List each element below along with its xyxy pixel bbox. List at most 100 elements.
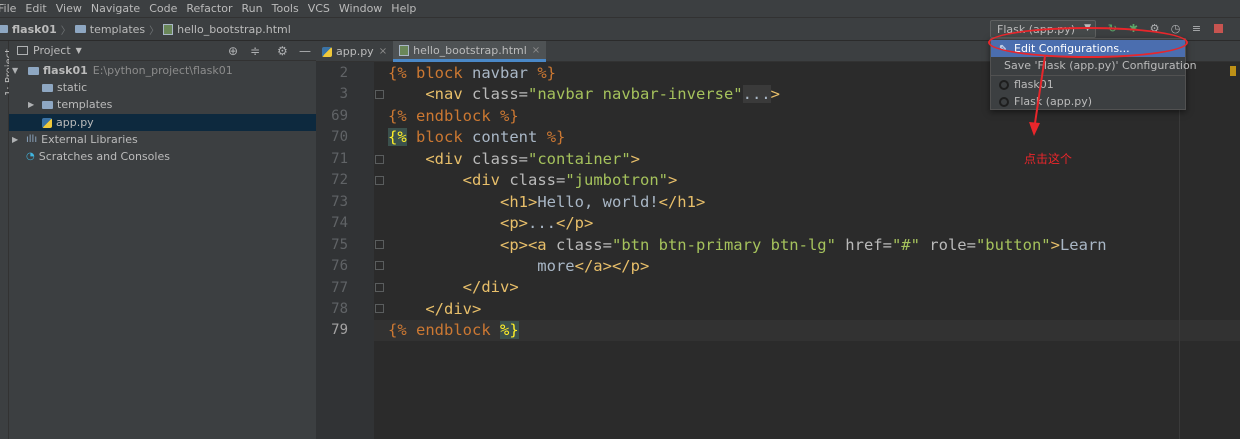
breadcrumb-folder[interactable]: templates	[90, 23, 145, 36]
menu-tools[interactable]: Tools	[268, 2, 304, 15]
line-number: 77	[331, 280, 348, 296]
code-token: Learn	[1059, 236, 1107, 254]
line-number: 74	[331, 215, 348, 231]
line-number: 75	[331, 237, 348, 253]
code-token: %}	[499, 321, 519, 339]
code-token: "button"	[975, 236, 1051, 254]
gear-icon[interactable]: ⚙	[277, 44, 288, 58]
code-token: block	[416, 128, 463, 146]
fold-collapse-icon[interactable]	[375, 240, 384, 249]
fold-collapse-icon[interactable]	[375, 176, 384, 185]
code-token: {%	[388, 64, 416, 82]
tab-label: hello_bootstrap.html	[413, 43, 527, 57]
tree-item-app-py[interactable]: app.py	[9, 114, 316, 131]
fold-expand-icon[interactable]	[375, 90, 384, 99]
locate-file-icon[interactable]: ⊕	[228, 44, 238, 58]
code-token: Hello, world!	[537, 193, 659, 211]
breadcrumb-file[interactable]: hello_bootstrap.html	[177, 23, 291, 36]
collapsed-arrow-icon[interactable]: ▶	[12, 135, 22, 144]
tree-item-external-libraries[interactable]: ▶ ıllı External Libraries	[9, 131, 316, 148]
hide-panel-icon[interactable]: —	[299, 44, 311, 58]
config-flask01-item[interactable]: flask01	[991, 76, 1185, 93]
project-path: E:\python_project\flask01	[92, 64, 233, 77]
scratches-icon: ◔	[26, 151, 35, 162]
code-line: </div>	[388, 300, 481, 318]
breadcrumb: flask01 〉 templates 〉 hello_bootstrap.ht…	[0, 22, 291, 37]
line-number: 79	[331, 322, 348, 338]
code-token: "jumbotron"	[565, 171, 668, 189]
tab-app-py[interactable]: app.py ×	[316, 41, 393, 62]
menu-refactor[interactable]: Refactor	[182, 2, 237, 15]
code-line: more</a></p>	[388, 257, 649, 275]
code-line: </div>	[388, 278, 519, 296]
code-token: <div	[462, 171, 510, 189]
code-token: class=	[472, 85, 528, 103]
build-icon[interactable]: ≡	[1190, 22, 1203, 35]
code-token: <div	[425, 150, 472, 168]
tab-hello-bootstrap-html[interactable]: hello_bootstrap.html ×	[393, 41, 547, 62]
code-token: class=	[509, 171, 566, 189]
menu-code[interactable]: Code	[145, 2, 182, 15]
code-token: href=	[835, 236, 892, 254]
menu-edit[interactable]: Edit	[21, 2, 51, 15]
tree-item-flask01[interactable]: ▼ flask01 E:\python_project\flask01	[9, 62, 316, 79]
code-line: <p><a class="btn btn-primary btn-lg" hre…	[388, 236, 1107, 254]
code-line: {% endblock %}	[388, 107, 519, 125]
project-panel: Project ▼ ⊕ ≑ ⚙ — ▼ flask01 E:\python_pr…	[9, 41, 316, 439]
menu-navigate[interactable]: Navigate	[87, 2, 145, 15]
collapsed-arrow-icon[interactable]: ▶	[28, 100, 38, 109]
fold-end-icon[interactable]	[375, 261, 384, 270]
tree-item-label: templates	[57, 98, 113, 111]
close-icon[interactable]: ×	[379, 46, 387, 57]
menu-window[interactable]: Window	[335, 2, 387, 15]
expanded-arrow-icon[interactable]: ▼	[12, 66, 22, 75]
stop-icon[interactable]	[1212, 22, 1225, 35]
tree-item-templates[interactable]: ▶ templates	[9, 96, 316, 113]
menu-run[interactable]: Run	[238, 2, 268, 15]
folded-region[interactable]: ...	[742, 85, 771, 103]
folder-icon	[42, 100, 53, 109]
code-token: %}	[546, 128, 566, 146]
python-file-icon	[42, 117, 52, 128]
tree-item-scratches[interactable]: ◔ Scratches and Consoles	[9, 148, 316, 165]
fold-end-icon[interactable]	[375, 283, 384, 292]
chevron-down-icon[interactable]: ▼	[76, 46, 82, 55]
tree-item-static[interactable]: static	[9, 79, 316, 96]
library-icon: ıllı	[26, 134, 38, 145]
code-token: {% endblock %}	[388, 107, 519, 125]
fold-end-icon[interactable]	[375, 304, 384, 313]
line-number: 76	[331, 258, 348, 274]
scrollbar-marker[interactable]	[1230, 66, 1236, 76]
menu-view[interactable]: View	[52, 2, 87, 15]
project-panel-title[interactable]: Project	[33, 44, 71, 57]
code-line: {% endblock %}	[388, 321, 519, 339]
code-token: "#"	[891, 236, 920, 254]
chevron-right-icon: 〉	[149, 25, 160, 37]
code-token: block	[416, 64, 463, 82]
code-token: </div>	[425, 300, 482, 318]
save-configuration-item[interactable]: Save 'Flask (app.py)' Configuration	[991, 57, 1197, 74]
close-icon[interactable]: ×	[532, 45, 540, 56]
collapse-all-icon[interactable]: ≑	[250, 44, 260, 58]
tree-item-label: External Libraries	[41, 133, 138, 146]
annotation-label: 点击这个	[1024, 152, 1073, 166]
menu-help[interactable]: Help	[387, 2, 421, 15]
line-number-gutter: 2 3 69 70 71 72 73 74 75 76 77 78 79	[316, 62, 374, 439]
menu-file[interactable]: File	[0, 2, 21, 15]
tree-item-label: static	[57, 81, 88, 94]
line-number: 70	[331, 129, 348, 145]
line-number: 69	[331, 108, 348, 124]
config-flask-app-py-item[interactable]: Flask (app.py)	[991, 93, 1185, 110]
tree-item-label: Scratches and Consoles	[38, 150, 170, 163]
code-token: </a></p>	[574, 257, 650, 275]
project-view-icon	[17, 46, 28, 55]
fold-collapse-icon[interactable]	[375, 155, 384, 164]
tree-item-label: flask01	[43, 64, 88, 77]
menu-vcs[interactable]: VCS	[304, 2, 335, 15]
project-panel-header: Project ▼ ⊕ ≑ ⚙ —	[9, 41, 316, 61]
breadcrumb-project[interactable]: flask01	[12, 23, 57, 36]
